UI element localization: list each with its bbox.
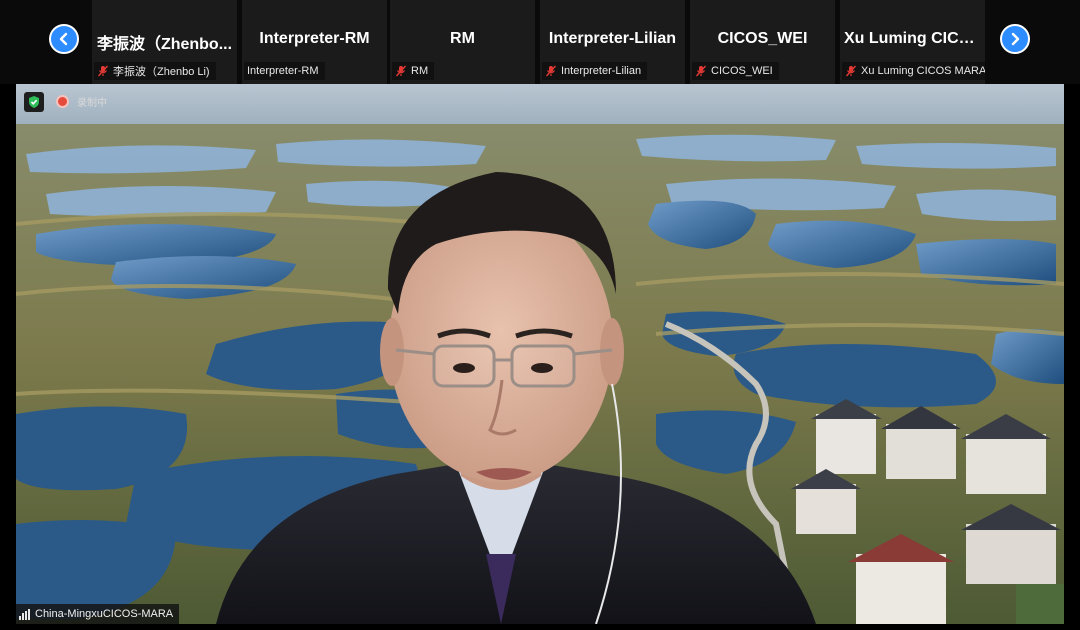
speaker-name-tag: China-MingxuCICOS-MARA [16,604,180,624]
participant-label: CICOS_WEI [692,62,779,80]
previous-page-button[interactable] [49,24,79,54]
participant-label: Interpreter-RM [244,62,325,80]
participant-tile[interactable]: Xu Luming CICO... Xu Luming CICOS MARA [840,0,985,84]
participant-name: 李振波（Zhenbo... [96,36,233,53]
participant-tile[interactable]: RM RM [390,0,535,84]
participant-tile[interactable]: Interpreter-Lilian Interpreter-Lilian [540,0,685,84]
shield-check-icon [29,96,39,108]
participant-name: Interpreter-Lilian [548,30,677,47]
participant-tile[interactable]: CICOS_WEI CICOS_WEI [690,0,835,84]
participant-strip: 李振波（Zhenbo... 李振波（Zhenbo Li) Interpreter… [0,0,1080,84]
microphone-muted-icon [545,65,557,77]
next-page-button[interactable] [1000,24,1030,54]
microphone-muted-icon [395,65,407,77]
microphone-muted-icon [97,65,109,77]
microphone-muted-icon [845,65,857,77]
participant-name: RM [450,30,475,47]
speaker-name: China-MingxuCICOS-MARA [35,608,174,620]
participant-name: CICOS_WEI [717,30,808,47]
microphone-muted-icon [695,65,707,77]
participant-label: Xu Luming CICOS MARA [842,62,985,80]
security-badge[interactable] [24,92,44,112]
participant-tile[interactable]: Interpreter-RM Interpreter-RM [242,0,387,84]
participant-label: RM [392,62,435,80]
participant-tile[interactable]: 李振波（Zhenbo... 李振波（Zhenbo Li) [92,0,237,84]
speaker-video[interactable]: 录制中 China-MingxuCICOS-MARA [16,84,1064,624]
participant-label: 李振波（Zhenbo Li) [94,62,216,80]
chevron-left-icon [59,32,68,46]
participant-name: Interpreter-RM [259,30,370,47]
recording-label: 录制中 [77,98,107,109]
video-frame-image [16,84,1064,624]
recording-dot-icon [56,95,69,108]
participant-name: Xu Luming CICO... [844,30,985,47]
chevron-right-icon [1011,32,1020,46]
participant-label: Interpreter-Lilian [542,62,648,80]
signal-bars-icon [19,608,30,620]
